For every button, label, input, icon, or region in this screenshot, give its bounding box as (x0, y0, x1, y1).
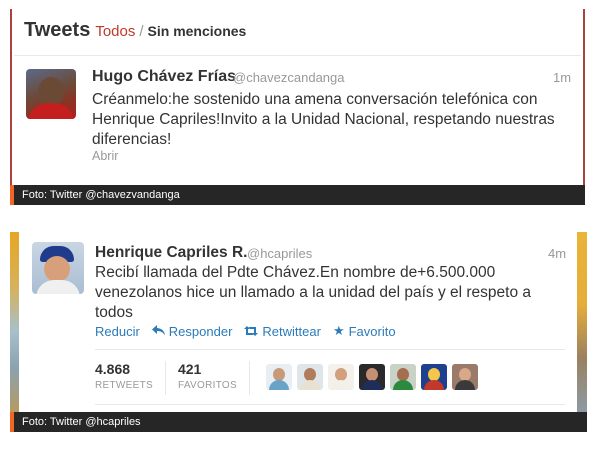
tweet-panel: Henrique Capriles R. @hcapriles 4m Recib… (10, 232, 587, 412)
favoriter-avatar-body (331, 380, 351, 390)
favoriter-avatar-body (300, 380, 320, 390)
tweet-stats: 4.868 RETWEETS 421 FAVORITOS (95, 361, 262, 395)
capriles-tweet-screenshot: Henrique Capriles R. @hcapriles 4m Recib… (10, 232, 587, 434)
favoriter-avatar-body (424, 380, 444, 390)
retweet-icon (244, 324, 259, 339)
favorites-count: 421 (177, 361, 202, 377)
favoriter-avatar[interactable] (266, 364, 292, 390)
tweet-author-name[interactable]: Hugo Chávez Frías (92, 68, 236, 86)
retweets-label: RETWEETS (95, 380, 153, 391)
reply-label: Responder (168, 323, 233, 339)
filter-all-link[interactable]: Todos (95, 23, 135, 40)
favoriter-avatar-body (269, 380, 289, 390)
tweet-timestamp[interactable]: 1m (553, 70, 571, 85)
favoriter-avatar[interactable] (328, 364, 354, 390)
avatar-face (44, 256, 70, 282)
tweets-header: Tweets Todos / Sin menciones (24, 19, 246, 49)
retweets-stat[interactable]: 4.868 RETWEETS (95, 361, 166, 395)
filter-separator: / (139, 23, 144, 40)
favoriter-avatar-body (362, 380, 382, 390)
tweet-actions: Reducir Responder Retwittear ★ Favorito (95, 323, 408, 339)
reply-button[interactable]: Responder (151, 323, 233, 339)
background-strip-left (10, 232, 19, 412)
favorites-stat[interactable]: 421 FAVORITOS (178, 361, 250, 395)
tweet-author-handle[interactable]: @chavezcandanga (233, 70, 345, 85)
favoriter-avatar-body (393, 380, 413, 390)
tweet-author-name[interactable]: Henrique Capriles R. (95, 244, 247, 262)
bottom-divider (95, 404, 565, 405)
star-icon: ★ (332, 323, 345, 338)
tweet-timestamp[interactable]: 4m (548, 246, 566, 261)
favoriter-avatar[interactable] (421, 364, 447, 390)
actions-divider (95, 349, 565, 350)
avatar[interactable] (26, 69, 76, 119)
favoriter-avatar[interactable] (359, 364, 385, 390)
retweet-label: Retwittear (262, 323, 321, 339)
favorite-label: Favorito (348, 323, 396, 339)
favoriter-avatar[interactable] (297, 364, 323, 390)
favoriters-avatars (266, 364, 483, 390)
photo-caption: Foto: Twitter @hcapriles (10, 412, 587, 432)
tweet-author-handle[interactable]: @hcapriles (247, 246, 312, 261)
avatar[interactable] (32, 242, 84, 294)
favorite-button[interactable]: ★ Favorito (333, 323, 396, 339)
favoriter-avatar[interactable] (452, 364, 478, 390)
collapse-button[interactable]: Reducir (95, 323, 140, 339)
reply-icon (151, 324, 165, 339)
expand-tweet-link[interactable]: Abrir (92, 149, 118, 163)
header-divider (14, 55, 581, 56)
avatar-shirt (36, 280, 80, 294)
tweet-text: Créanmelo:he sostenido una amena convers… (92, 91, 555, 148)
photo-caption: Foto: Twitter @chavezvandanga (10, 185, 585, 205)
chavez-tweet-screenshot: Tweets Todos / Sin menciones Hugo Chávez… (10, 9, 585, 205)
retweets-count: 4.868 (95, 361, 131, 377)
tweet-text: Recibí llamada del Pdte Chávez.En nombre… (95, 264, 532, 321)
collapse-label: Reducir (95, 323, 140, 339)
background-strip-right (577, 232, 587, 412)
filter-no-mentions-link[interactable]: Sin menciones (148, 23, 247, 39)
retweet-button[interactable]: Retwittear (244, 323, 321, 339)
favorites-label: FAVORITOS (177, 380, 237, 391)
tweets-panel: Tweets Todos / Sin menciones Hugo Chávez… (10, 9, 585, 185)
avatar-shirt (28, 103, 74, 119)
favoriter-avatar[interactable] (390, 364, 416, 390)
favoriter-avatar-body (455, 380, 475, 390)
tweets-title: Tweets (24, 19, 91, 41)
